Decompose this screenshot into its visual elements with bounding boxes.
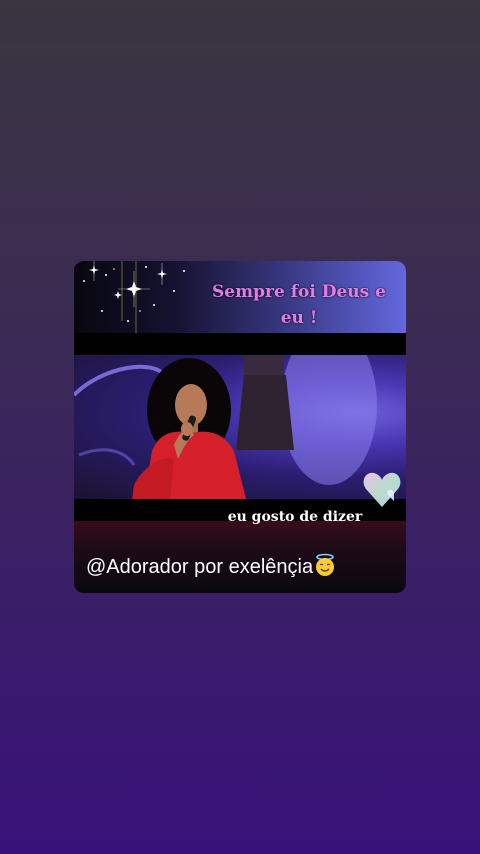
card-header: Sempre foi Deus e eu ! bbox=[74, 261, 406, 333]
author-handle[interactable]: @Adorador por exelênçia bbox=[86, 553, 396, 579]
singer-illustration bbox=[74, 355, 377, 499]
letterbox-top bbox=[74, 333, 406, 355]
caption-mid: eu gosto de dizer bbox=[227, 509, 363, 525]
smiling-face-with-halo-icon bbox=[316, 553, 335, 576]
author-handle-text: @Adorador por exelênçia bbox=[86, 556, 314, 578]
caption-top: Sempre foi Deus e eu ! bbox=[212, 282, 386, 328]
sparkles-icon bbox=[83, 261, 185, 333]
video-frame[interactable] bbox=[74, 355, 406, 499]
video-card[interactable]: Sempre foi Deus e eu ! eu gosto de dizer… bbox=[74, 261, 406, 593]
heart-icon bbox=[363, 472, 401, 507]
